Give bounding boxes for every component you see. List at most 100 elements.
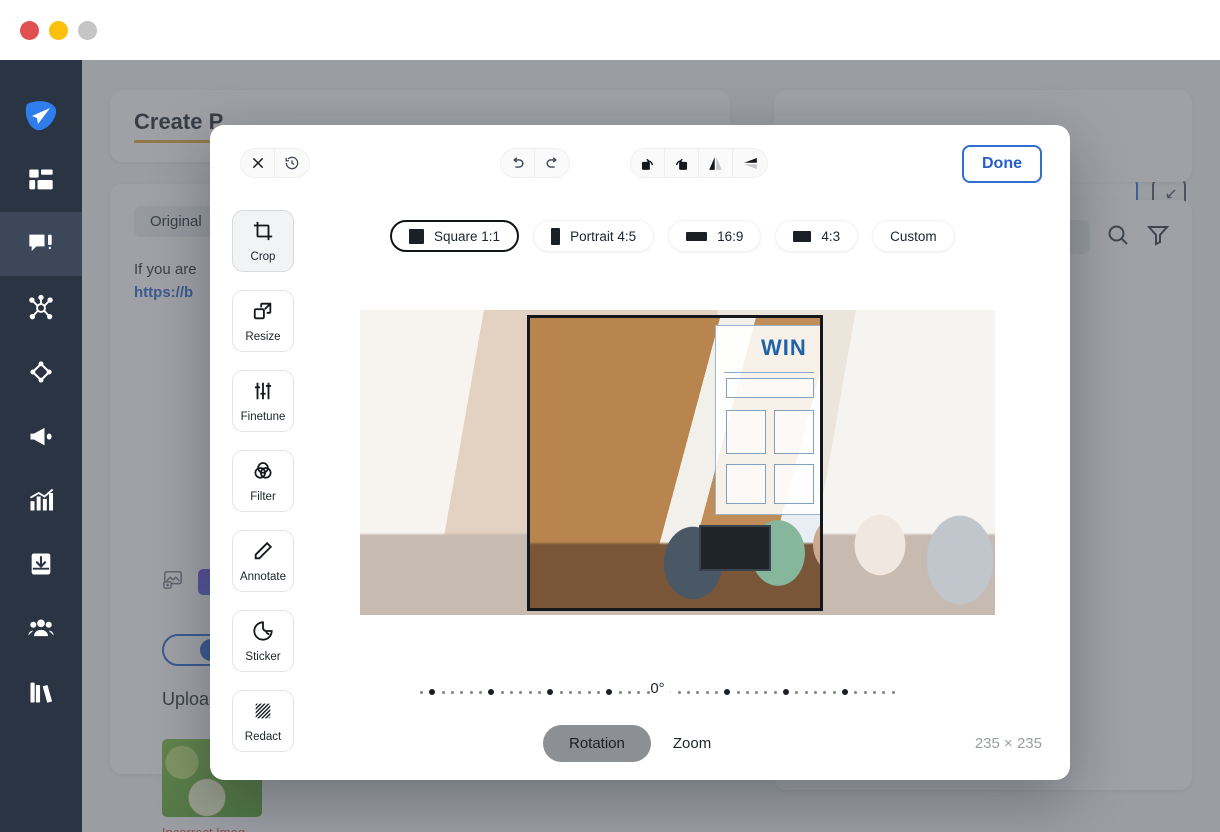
- dial-tick: [805, 691, 808, 694]
- app-window: Create P ✦ ule Original If you are https…: [0, 0, 1220, 832]
- dial-tick: [678, 691, 681, 694]
- tool-finetune-button[interactable]: Finetune: [232, 370, 294, 432]
- rail-item-engage[interactable]: [0, 340, 82, 404]
- flip-horizontal-icon[interactable]: [699, 148, 733, 178]
- rail-item-analytics[interactable]: [0, 468, 82, 532]
- megaphone-icon: [27, 422, 55, 450]
- dial-tick: [854, 691, 857, 694]
- ratio-swatch-icon: [409, 229, 424, 244]
- ratio-chip-16-9[interactable]: 16:9: [668, 220, 761, 252]
- tool-redact-button[interactable]: Redact: [232, 690, 294, 752]
- dial-tick: [519, 691, 522, 694]
- rail-item-inbox[interactable]: [0, 532, 82, 596]
- rotate-left-icon[interactable]: [631, 148, 665, 178]
- tool-resize-button[interactable]: Resize: [232, 290, 294, 352]
- dial-tick: [501, 691, 504, 694]
- editor-tool-rail: Crop Resize Finetune Filter Annotate Sticker R…: [232, 210, 294, 752]
- ratio-swatch-icon: [551, 228, 560, 245]
- ratio-chip-square-1-1[interactable]: Square 1:1: [390, 220, 519, 252]
- undo-icon[interactable]: [501, 148, 535, 178]
- dial-tick: [510, 691, 513, 694]
- dial-tick: [737, 691, 740, 694]
- rotation-dial[interactable]: 0°: [420, 680, 895, 704]
- dial-tick: [882, 691, 885, 694]
- minimize-window-button[interactable]: [49, 21, 68, 40]
- maximize-window-button[interactable]: [78, 21, 97, 40]
- pencil-annotate-icon: [252, 540, 274, 567]
- mode-rotation-button[interactable]: Rotation: [543, 725, 651, 762]
- sticker-icon: [252, 620, 274, 647]
- rail-item-dashboard[interactable]: [0, 148, 82, 212]
- redact-hatch-icon: [252, 700, 274, 727]
- ratio-label: 16:9: [717, 229, 743, 244]
- books-library-icon: [27, 678, 55, 706]
- dial-tick: [814, 691, 817, 694]
- rail-item-team[interactable]: [0, 596, 82, 660]
- crop-photo-region: WIN: [527, 315, 823, 611]
- dial-tick: [560, 691, 563, 694]
- dial-tick: [628, 691, 631, 694]
- compose-message-icon: [27, 230, 55, 258]
- window-titlebar: [0, 0, 1220, 60]
- crop-selection[interactable]: WIN: [527, 315, 823, 611]
- dial-tick: [529, 691, 532, 694]
- image-editor-modal: Done Crop Resize Finetune Filter Annotate Sti…: [210, 125, 1070, 780]
- dial-tick: [892, 691, 895, 694]
- close-icon[interactable]: [241, 148, 275, 178]
- tool-label: Sticker: [245, 651, 280, 663]
- dial-tick: [795, 691, 798, 694]
- dial-tick: [764, 691, 767, 694]
- tool-crop-button[interactable]: Crop: [232, 210, 294, 272]
- dial-tick: [687, 691, 690, 694]
- ratio-swatch-icon: [686, 232, 707, 241]
- ratio-label: Square 1:1: [434, 229, 500, 244]
- tool-label: Finetune: [241, 411, 286, 423]
- rotate-right-icon[interactable]: [665, 148, 699, 178]
- dial-tick: [637, 691, 640, 694]
- dial-tick: [578, 691, 581, 694]
- image-canvas[interactable]: WIN: [360, 310, 995, 615]
- rail-item-promote[interactable]: [0, 404, 82, 468]
- flip-vertical-icon[interactable]: [733, 148, 767, 178]
- dial-tick: [647, 691, 650, 694]
- dial-tick: [864, 691, 867, 694]
- ratio-chip-4-3[interactable]: 4:3: [775, 220, 858, 252]
- dial-tick: [706, 691, 709, 694]
- dial-tick: [547, 689, 553, 695]
- dial-tick: [460, 691, 463, 694]
- rail-item-library[interactable]: [0, 660, 82, 724]
- ratio-chip-custom[interactable]: Custom: [872, 220, 955, 252]
- editor-left-controls: [240, 148, 310, 178]
- tool-label: Annotate: [240, 571, 286, 583]
- dial-tick: [783, 689, 789, 695]
- resize-icon: [252, 300, 274, 327]
- dial-tick: [479, 691, 482, 694]
- rail-item-logo[interactable]: [0, 84, 82, 148]
- dial-tick: [823, 691, 826, 694]
- app-rail: [0, 60, 82, 832]
- close-window-button[interactable]: [20, 21, 39, 40]
- network-nodes-icon: [27, 294, 55, 322]
- dial-tick: [420, 691, 423, 694]
- monitor-graphic: [699, 525, 771, 571]
- done-button[interactable]: Done: [962, 145, 1042, 183]
- ratio-chip-portrait-4-5[interactable]: Portrait 4:5: [533, 220, 654, 252]
- dial-tick: [488, 689, 494, 695]
- history-revert-icon[interactable]: [275, 148, 309, 178]
- rail-item-network[interactable]: [0, 276, 82, 340]
- ratio-label: Portrait 4:5: [570, 229, 636, 244]
- ratio-label: 4:3: [821, 229, 840, 244]
- dial-tick: [724, 689, 730, 695]
- redo-icon[interactable]: [535, 148, 569, 178]
- tool-label: Redact: [245, 731, 281, 743]
- mode-zoom-button[interactable]: Zoom: [661, 725, 723, 762]
- dial-tick: [442, 691, 445, 694]
- rail-item-compose[interactable]: [0, 212, 82, 276]
- dial-tick: [873, 691, 876, 694]
- tool-filter-button[interactable]: Filter: [232, 450, 294, 512]
- editor-transform-controls: [500, 148, 768, 178]
- tool-annotate-button[interactable]: Annotate: [232, 530, 294, 592]
- tool-sticker-button[interactable]: Sticker: [232, 610, 294, 672]
- output-dimensions-label: 235 × 235: [975, 735, 1042, 752]
- dial-tick: [755, 691, 758, 694]
